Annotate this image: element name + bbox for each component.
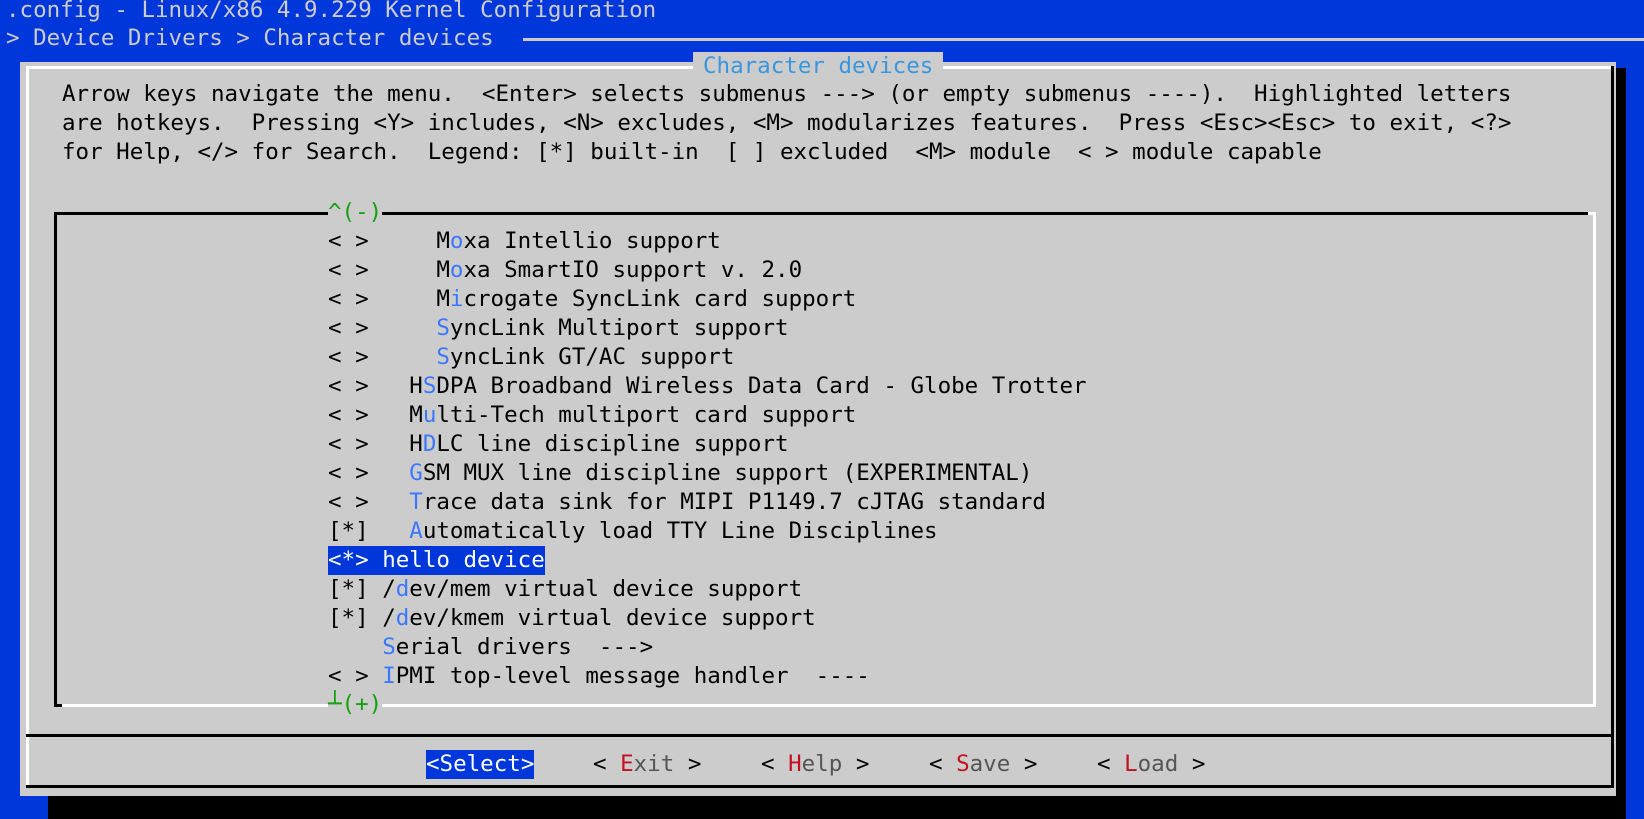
menu-item[interactable]: < > GSM MUX line discipline support (EXP…: [328, 459, 1032, 488]
dialog-shadow-right: [1616, 68, 1626, 796]
help-text-line: for Help, </> for Search. Legend: [*] bu…: [62, 139, 1322, 165]
menu-item[interactable]: < > Moxa SmartIO support v. 2.0: [328, 256, 802, 285]
scroll-up-indicator[interactable]: ^(-): [328, 198, 383, 227]
save-button[interactable]: < Save >: [929, 750, 1037, 779]
menu-item[interactable]: < > SyncLink GT/AC support: [328, 343, 734, 372]
menu-item[interactable]: [*] Automatically load TTY Line Discipli…: [328, 517, 938, 546]
menu-item[interactable]: < > Moxa Intellio support: [328, 227, 721, 256]
menu-item[interactable]: < > HDLC line discipline support: [328, 430, 789, 459]
menu-item[interactable]: < > HSDPA Broadband Wireless Data Card -…: [328, 372, 1087, 401]
menu-item[interactable]: [*] /dev/mem virtual device support: [328, 575, 802, 604]
help-text-line: Arrow keys navigate the menu. <Enter> se…: [62, 81, 1512, 107]
dialog-shadow-bottom: [48, 796, 1626, 819]
menu-item-selected[interactable]: <*> hello device: [328, 546, 545, 575]
help-text-line: are hotkeys. Pressing <Y> includes, <N> …: [62, 110, 1512, 136]
breadcrumb: > Device Drivers > Character devices: [6, 25, 494, 51]
menu-frame-top: [54, 212, 1594, 215]
window-title: .config - Linux/x86 4.9.229 Kernel Confi…: [6, 0, 657, 23]
dialog-frame-right: [1611, 66, 1614, 787]
menu-frame-bottom-corner: [54, 704, 62, 707]
menu-item[interactable]: < > SyncLink Multiport support: [328, 314, 789, 343]
scroll-down-indicator[interactable]: ┴(+): [328, 690, 383, 719]
menu-item[interactable]: < > IPMI top-level message handler ----: [328, 662, 870, 691]
menu-item[interactable]: Serial drivers --->: [328, 633, 653, 662]
dialog-title: Character devices: [693, 52, 944, 81]
load-button[interactable]: < Load >: [1097, 750, 1205, 779]
menu-item[interactable]: [*] /dev/kmem virtual device support: [328, 604, 816, 633]
button-row-divider: [26, 734, 1614, 737]
help-button[interactable]: < Help >: [761, 750, 869, 779]
menu-frame-left: [54, 212, 57, 706]
menu-frame-right: [1593, 212, 1596, 706]
dialog-frame-bottom: [26, 785, 1614, 788]
menu-item[interactable]: < > Trace data sink for MIPI P1149.7 cJT…: [328, 488, 1046, 517]
select-button[interactable]: <Select>: [426, 750, 535, 779]
exit-button[interactable]: < Exit >: [593, 750, 701, 779]
dialog-frame-left: [26, 66, 29, 787]
menu-item[interactable]: < > Multi-Tech multiport card support: [328, 401, 856, 430]
menu-item[interactable]: < > Microgate SyncLink card support: [328, 285, 856, 314]
breadcrumb-rule: [523, 38, 1644, 41]
menu-frame-bottom: [54, 704, 1596, 707]
